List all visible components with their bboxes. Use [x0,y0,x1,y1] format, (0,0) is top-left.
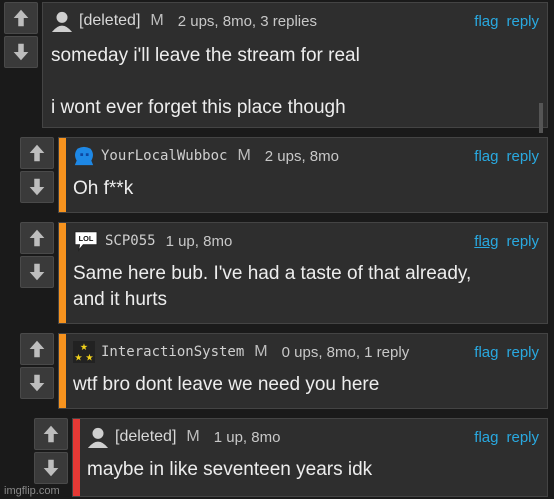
comment-stats: 2 ups, 8mo, 3 replies [177,12,317,30]
upvote-button[interactable] [20,333,54,365]
watermark: imgflip.com [4,485,60,497]
arrow-up-icon [29,229,45,247]
user-silhouette-icon [87,427,109,448]
lol-text: LOL [79,234,94,243]
comment-body: Oh f**k [73,176,537,202]
scrollbar[interactable] [539,103,543,133]
comment-text-line: and it hurts [73,289,167,310]
comment-stats: 1 up, 8mo [213,428,281,446]
comment-text-line: wtf bro dont leave we need you here [73,374,380,395]
comment-actions: flag reply [474,13,539,30]
comment-actions: flag reply [474,233,539,250]
comment-header: LOL SCP055 1 up, 8mo flag reply [73,230,539,252]
comment-stats: 1 up, 8mo [165,232,233,250]
comment: [deleted] M 2 ups, 8mo, 3 replies flag r… [4,2,548,133]
thread-stripe [59,334,66,408]
comment-header: [deleted] M 2 ups, 8mo, 3 replies flag r… [51,10,539,32]
vote-controls [20,222,58,290]
lol-speech-bubble-icon: LOL [74,231,98,252]
reply-link[interactable]: reply [506,148,539,165]
comment-card: ★ ★ ★ InteractionSystem M 0 ups, 8mo, 1 … [58,333,548,409]
arrow-down-icon [13,43,29,61]
comment: LOL SCP055 1 up, 8mo flag reply Same her… [20,222,548,324]
vote-controls [20,333,58,401]
arrow-up-icon [43,425,59,443]
flag-link[interactable]: flag [474,344,498,361]
comment-card: YourLocalWubboc M 2 ups, 8mo flag reply … [58,137,548,213]
comment-text-line: someday i'll leave the stream for real [51,45,360,66]
thread-stripe [59,138,66,212]
comment-text-line: maybe in like seventeen years idk [87,459,373,480]
comment-text-line: i wont ever forget this place though [51,97,346,118]
comment-header: [deleted] M 1 up, 8mo flag reply [87,426,539,448]
user-silhouette-icon [51,11,73,32]
flag-link[interactable]: flag [474,429,498,446]
svg-text:★: ★ [85,352,93,362]
comment-card: [deleted] M 1 up, 8mo flag reply maybe i… [72,418,548,497]
mod-badge: M [186,428,200,445]
stars-icon: ★ ★ ★ [73,341,95,363]
username[interactable]: SCP055 [105,233,156,249]
comment-text-line: Oh f**k [73,178,134,199]
vote-controls [4,2,42,70]
username[interactable]: [deleted] [115,428,176,446]
downvote-button[interactable] [34,452,68,484]
comment: [deleted] M 1 up, 8mo flag reply maybe i… [34,418,548,497]
comment: ★ ★ ★ InteractionSystem M 0 ups, 8mo, 1 … [20,333,548,409]
reply-link[interactable]: reply [506,344,539,361]
arrow-down-icon [29,263,45,281]
upvote-button[interactable] [20,222,54,254]
downvote-button[interactable] [4,36,38,68]
comment: YourLocalWubboc M 2 ups, 8mo flag reply … [20,137,548,213]
svg-text:★: ★ [80,342,88,352]
comment-body: wtf bro dont leave we need you here [73,372,537,398]
arrow-up-icon [13,9,29,27]
arrow-down-icon [29,178,45,196]
blue-blob-icon [74,146,94,166]
thread-stripe [73,419,80,496]
svg-text:★: ★ [74,352,82,362]
downvote-button[interactable] [20,256,54,288]
comment-card: [deleted] M 2 ups, 8mo, 3 replies flag r… [42,2,548,133]
comment-text-line: Same here bub. I've had a taste of that … [73,263,472,284]
comment-stats: 2 ups, 8mo [264,147,339,165]
comment-actions: flag reply [474,429,539,446]
upvote-button[interactable] [34,418,68,450]
upvote-button[interactable] [20,137,54,169]
mod-badge: M [254,343,268,360]
comment-actions: flag reply [474,148,539,165]
comment-body: someday i'll leave the stream for real i… [51,43,537,121]
mod-badge: M [237,147,251,164]
mod-badge: M [150,12,164,29]
comment-header: ★ ★ ★ InteractionSystem M 0 ups, 8mo, 1 … [73,341,539,363]
arrow-down-icon [29,374,45,392]
username[interactable]: InteractionSystem [101,344,244,360]
vote-controls [20,137,58,205]
flag-link[interactable]: flag [474,233,498,250]
comment-header: YourLocalWubboc M 2 ups, 8mo flag reply [73,145,539,167]
reply-link[interactable]: reply [506,233,539,250]
downvote-button[interactable] [20,367,54,399]
comment-actions: flag reply [474,344,539,361]
flag-link[interactable]: flag [474,148,498,165]
comment-stats: 0 ups, 8mo, 1 reply [281,343,410,361]
reply-link[interactable]: reply [506,429,539,446]
reply-link[interactable]: reply [506,13,539,30]
flag-link[interactable]: flag [474,13,498,30]
arrow-up-icon [29,144,45,162]
comment-body: Same here bub. I've had a taste of that … [73,261,537,313]
vote-controls [34,418,72,486]
arrow-down-icon [43,459,59,477]
comment-card: LOL SCP055 1 up, 8mo flag reply Same her… [58,222,548,324]
comment-body: maybe in like seventeen years idk [87,457,537,483]
comment-text-line [51,69,537,95]
thread-stripe [59,223,66,323]
username[interactable]: [deleted] [79,12,140,30]
upvote-button[interactable] [4,2,38,34]
username[interactable]: YourLocalWubboc [101,148,227,164]
arrow-up-icon [29,340,45,358]
downvote-button[interactable] [20,171,54,203]
